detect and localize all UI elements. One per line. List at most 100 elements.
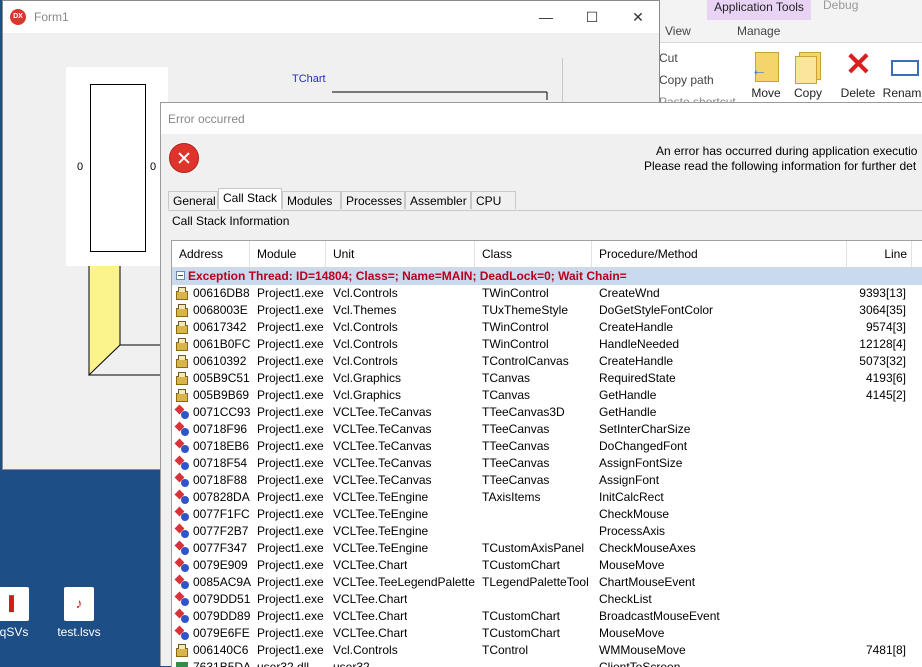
copy-path-button[interactable]: Copy path	[659, 73, 714, 87]
cell-unit: VCLTee.TeCanvas	[333, 439, 432, 453]
cell-line: 3064[35]	[859, 303, 906, 317]
table-row[interactable]: 0079DD89 Project1.exe VCLTee.Chart TCustomC…	[172, 608, 922, 625]
cell-method: InitCalcRect	[599, 490, 664, 504]
form1-titlebar[interactable]: DX Form1 — ☐ ✕	[3, 1, 659, 33]
cell-address: 00617342	[193, 320, 247, 334]
table-row[interactable]: 0079E909 Project1.exe VCLTee.Chart TCustomC…	[172, 557, 922, 574]
cell-module: Project1.exe	[257, 558, 324, 572]
cell-address: 00616DB8	[193, 286, 250, 300]
cell-module: Project1.exe	[257, 490, 324, 504]
cell-unit: VCLTee.TeeLegendPalette	[333, 575, 475, 589]
teechart-icon	[175, 524, 190, 539]
app-icon: DX	[10, 9, 26, 25]
table-row[interactable]: 00718F96 Project1.exe VCLTee.TeCanvas TTeeC…	[172, 421, 922, 438]
cell-module: Project1.exe	[257, 507, 324, 521]
table-row[interactable]: 0077F2B7 Project1.exe VCLTee.TeEngine Proce…	[172, 523, 922, 540]
column-header-unit[interactable]: Unit	[326, 241, 475, 267]
copy-to-button[interactable]: Copy	[785, 50, 831, 100]
table-row[interactable]: 0085AC9A Project1.exe VCLTee.TeeLegendPale…	[172, 574, 922, 591]
tab-debug[interactable]: Debug	[823, 0, 858, 12]
cell-method: CheckList	[599, 592, 652, 606]
maximize-button[interactable]: ☐	[569, 7, 615, 27]
cell-unit: VCLTee.TeCanvas	[333, 422, 432, 436]
cell-class: TTeeCanvas	[482, 456, 550, 470]
tab-call-stack[interactable]: Call Stack	[218, 188, 282, 209]
teechart-icon	[175, 405, 190, 420]
cell-method: CheckMouse	[599, 507, 670, 521]
move-to-button[interactable]: ← Move	[743, 50, 789, 100]
table-row[interactable]: 005B9B69 Project1.exe Vcl.Graphics TCanvas G…	[172, 387, 922, 404]
table-row[interactable]: 00718F88 Project1.exe VCLTee.TeCanvas TTeeC…	[172, 472, 922, 489]
cell-module: Project1.exe	[257, 388, 324, 402]
rename-button[interactable]: Renam	[879, 50, 922, 100]
close-button[interactable]: ✕	[615, 7, 661, 27]
column-header-method[interactable]: Procedure/Method	[592, 241, 847, 267]
cell-module: Project1.exe	[257, 439, 324, 453]
tab-view[interactable]: View	[665, 24, 691, 38]
dialog-titlebar[interactable]: Error occurred	[161, 103, 922, 134]
cell-address: 00718F88	[193, 473, 248, 487]
cell-class: TControlCanvas	[482, 354, 569, 368]
table-row[interactable]: 0068003E Project1.exe Vcl.Themes TUxThemeSt…	[172, 302, 922, 319]
table-row[interactable]: 0077F1FC Project1.exe VCLTee.TeEngine Check…	[172, 506, 922, 523]
cell-module: Project1.exe	[257, 456, 324, 470]
table-row[interactable]: 0061B0FC Project1.exe Vcl.Controls TWinCont…	[172, 336, 922, 353]
tab-divider	[168, 210, 922, 211]
cell-class: TCustomChart	[482, 558, 561, 572]
call-stack-grid[interactable]: Address Module Unit Class Procedure/Meth…	[171, 240, 922, 667]
cell-method: SetInterCharSize	[599, 422, 691, 436]
cell-unit: VCLTee.TeEngine	[333, 524, 429, 538]
column-header-class[interactable]: Class	[475, 241, 592, 267]
table-row[interactable]: 0071CC93 Project1.exe VCLTee.TeCanvas TTeeC…	[172, 404, 922, 421]
tab-processes[interactable]: Processes	[341, 191, 405, 209]
explorer-ribbon: Application Tools Debug View Manage Cut …	[655, 0, 922, 110]
table-row[interactable]: 0079E6FE Project1.exe VCLTee.Chart TCustomC…	[172, 625, 922, 642]
cell-address: 005B9B69	[193, 388, 250, 402]
cell-address: 007828DA	[193, 490, 250, 504]
tab-cpu[interactable]: CPU	[471, 191, 516, 209]
cell-line: 4193[6]	[865, 371, 906, 385]
unit-icon	[175, 286, 190, 301]
table-row[interactable]: 00617342 Project1.exe Vcl.Controls TWinCont…	[172, 319, 922, 336]
table-row[interactable]: 005B9C51 Project1.exe Vcl.Graphics TCanvas R…	[172, 370, 922, 387]
dialog-title: Error occurred	[168, 112, 245, 126]
column-header-module[interactable]: Module	[250, 241, 326, 267]
cell-module: Project1.exe	[257, 626, 324, 640]
table-row[interactable]: 00718F54 Project1.exe VCLTee.TeCanvas TTeeC…	[172, 455, 922, 472]
teechart-icon	[175, 575, 190, 590]
group-row[interactable]: Exception Thread: ID=14804; Class=; Name…	[172, 268, 922, 285]
cell-method: HandleNeeded	[599, 337, 680, 351]
table-row[interactable]: 006140C6 Project1.exe Vcl.Controls TControl…	[172, 642, 922, 659]
tab-modules[interactable]: Modules	[282, 191, 341, 209]
tab-manage[interactable]: Manage	[737, 24, 780, 38]
cell-unit: Vcl.Graphics	[333, 371, 402, 385]
section-label: Call Stack Information	[172, 214, 290, 228]
column-header-address[interactable]: Address	[172, 241, 250, 267]
collapse-icon[interactable]	[176, 271, 185, 280]
cell-unit: Vcl.Controls	[333, 354, 398, 368]
table-row[interactable]: 0079DD51 Project1.exe VCLTee.Chart CheckLis…	[172, 591, 922, 608]
table-row[interactable]: 00718EB6 Project1.exe VCLTee.TeCanvas TTeeC…	[172, 438, 922, 455]
cell-address: 0077F2B7	[193, 524, 249, 538]
table-row[interactable]: 0077F347 Project1.exe VCLTee.TeEngine TCust…	[172, 540, 922, 557]
table-row[interactable]: 007828DA Project1.exe VCLTee.TeEngine TAxis…	[172, 489, 922, 506]
cell-class: TUxThemeStyle	[482, 303, 569, 317]
delete-button[interactable]: ✕ Delete	[835, 46, 881, 100]
tab-application-tools[interactable]: Application Tools	[707, 0, 811, 20]
cell-module: Project1.exe	[257, 592, 324, 606]
desktop-icon-test-lsvs[interactable]: ♪ test.lsvs	[39, 587, 119, 639]
table-row[interactable]: 00610392 Project1.exe Vcl.Controls TControl…	[172, 353, 922, 370]
teechart-icon	[175, 456, 190, 471]
tab-assembler[interactable]: Assembler	[405, 191, 471, 209]
cell-method: MouseMove	[599, 558, 665, 572]
cell-unit: VCLTee.Chart	[333, 626, 408, 640]
table-row[interactable]: 00616DB8 Project1.exe Vcl.Controls TWinCont…	[172, 285, 922, 302]
unit-icon	[175, 371, 190, 386]
tab-general[interactable]: General	[168, 191, 218, 209]
audio-file-icon: ♪	[64, 587, 94, 621]
teechart-icon	[175, 592, 190, 607]
minimize-button[interactable]: —	[523, 7, 569, 27]
cut-button[interactable]: Cut	[659, 51, 678, 65]
column-header-line[interactable]: Line	[847, 241, 912, 267]
cell-class: TWinControl	[482, 320, 549, 334]
